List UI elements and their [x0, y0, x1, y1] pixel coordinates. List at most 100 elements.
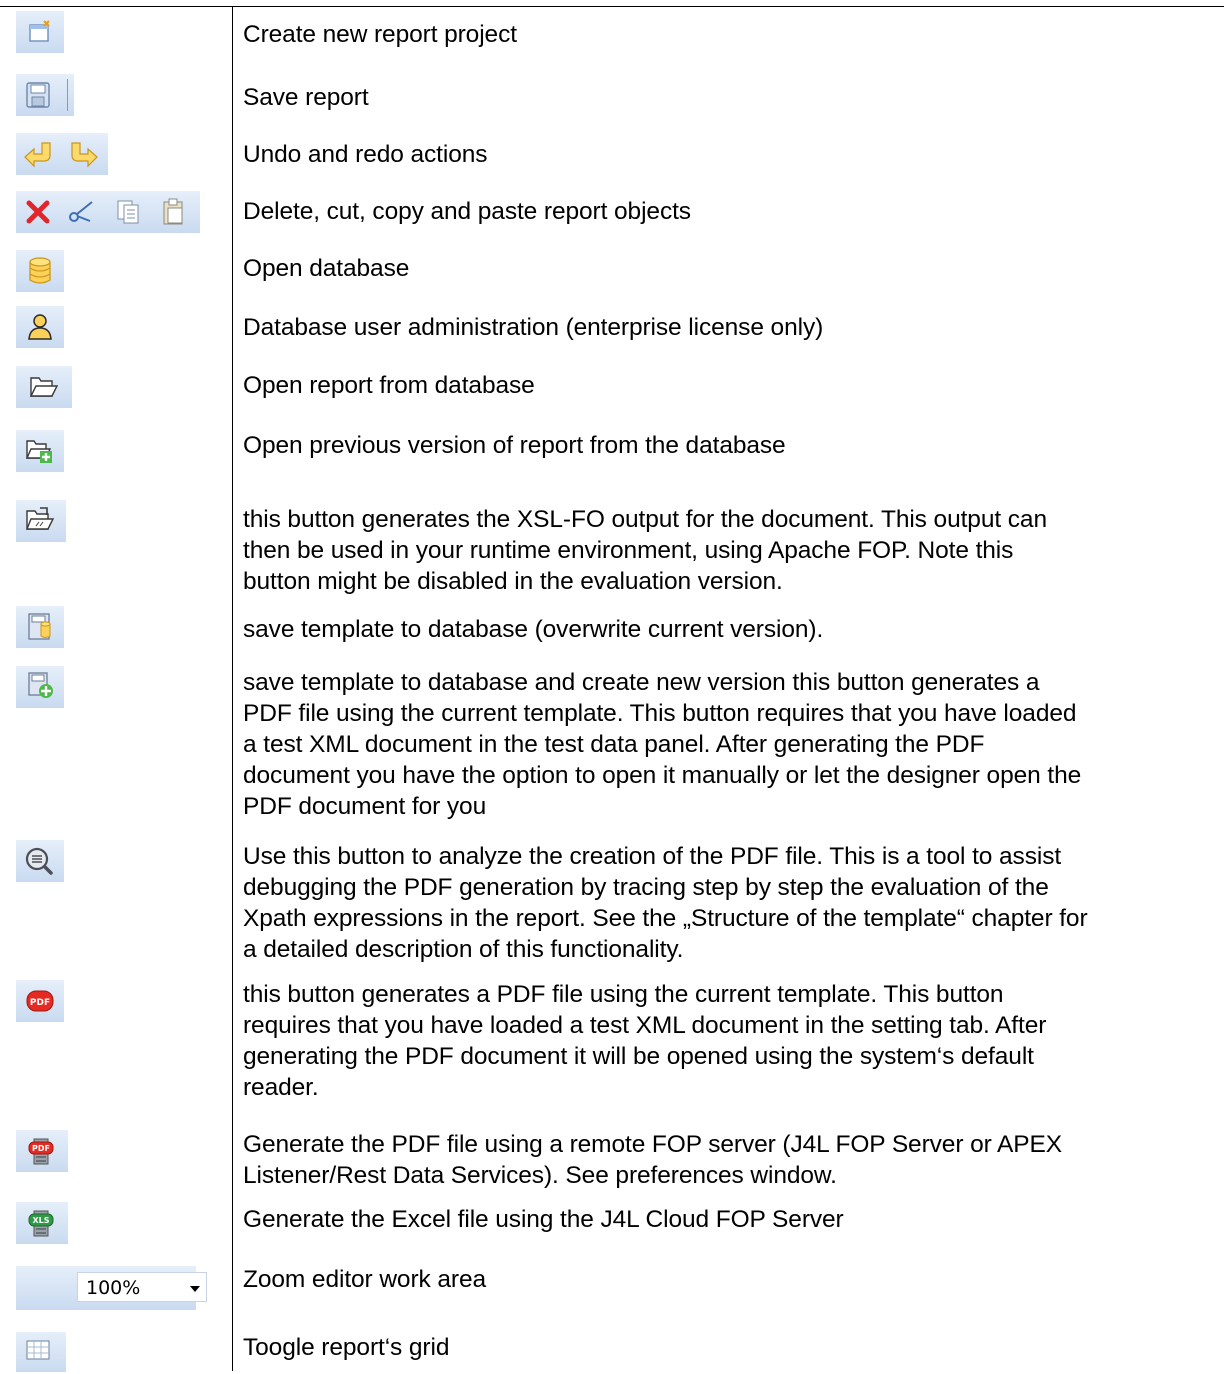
table-row: 100% Zoom editor work area — [0, 1262, 1224, 1318]
save-disk-icon — [26, 82, 50, 108]
analyze-magnifier-icon — [25, 847, 53, 875]
icon-cell — [0, 302, 232, 354]
fo-export-icon — [25, 507, 55, 530]
description-line: Listener/Rest Data Services). See prefer… — [243, 1162, 837, 1189]
icon-cell — [0, 360, 232, 414]
row-description: Generate the PDF file using a remote FOP… — [243, 1129, 1218, 1191]
table-row: Create new report project — [0, 7, 1224, 59]
row-description: Database user administration (enterprise… — [243, 312, 1218, 343]
row-description: Generate the Excel file using the J4L Cl… — [243, 1204, 1218, 1235]
folder-version-icon — [25, 440, 52, 463]
description-line: Generate the Excel file using the J4L Cl… — [243, 1206, 844, 1233]
table-row: Open report from database — [0, 360, 1224, 414]
toolbar-button[interactable]: PDF — [16, 980, 64, 1022]
user-admin-icon — [28, 314, 52, 340]
toolbar-button[interactable] — [16, 11, 64, 53]
excel-cloud-server-icon: XLS — [28, 1210, 54, 1237]
description-line: PDF document for you — [243, 793, 487, 820]
toolbar-button[interactable]: XLS — [16, 1202, 68, 1244]
icon-cell — [0, 603, 232, 657]
toolbar-button-group — [16, 133, 108, 175]
grid-toggle-icon — [26, 1340, 50, 1360]
description-line: then be used in your runtime environment… — [243, 537, 1014, 564]
zoom-value: 100% — [86, 1277, 141, 1299]
paste-icon[interactable] — [162, 198, 186, 226]
toolbar-button[interactable] — [16, 840, 64, 882]
chevron-down-icon — [190, 1286, 200, 1292]
description-line: Open previous version of report from the… — [243, 432, 786, 459]
icon-cell — [0, 74, 232, 122]
table-row: XLS Generate the Excel file using the J4… — [0, 1198, 1224, 1254]
svg-text:PDF: PDF — [32, 1144, 50, 1153]
new-report-project-icon — [29, 20, 50, 42]
undo-arrow-icon[interactable] — [24, 141, 54, 168]
description-line: requires that you have loaded a test XML… — [243, 1012, 1047, 1039]
remote-pdf-server-icon: PDF — [28, 1138, 54, 1165]
pdf-icon: PDF — [26, 990, 54, 1012]
description-line: Toogle report‘s grid — [243, 1334, 450, 1361]
table-row: PDF Generate the PDF file using a remote… — [0, 1126, 1224, 1198]
table-row: save template to database and create new… — [0, 660, 1224, 834]
icon-cell — [0, 1326, 232, 1372]
icon-cell — [0, 244, 232, 296]
toolbar-button[interactable] — [16, 606, 64, 648]
description-line: document you have the option to open it … — [243, 762, 1082, 789]
description-line: this button generates the XSL-FO output … — [243, 506, 1047, 533]
save-new-version-icon — [28, 672, 53, 698]
icon-cell: XLS — [0, 1198, 232, 1254]
description-line: Use this button to analyze the creation … — [243, 843, 1062, 870]
description-line: Database user administration (enterprise… — [243, 314, 824, 341]
description-line: Undo and redo actions — [243, 141, 488, 168]
description-line: debugging the PDF generation by tracing … — [243, 874, 1049, 901]
row-description: Delete, cut, copy and paste report objec… — [243, 196, 1218, 227]
toolbar-button[interactable] — [16, 430, 64, 472]
toolbar-zoom-area: 100% — [16, 1266, 207, 1310]
toolbar-button[interactable] — [16, 500, 66, 542]
toolbar-button-group — [16, 191, 200, 233]
svg-text:PDF: PDF — [30, 998, 50, 1008]
toolbar-button[interactable] — [16, 74, 74, 116]
description-line: Xpath expressions in the report. See the… — [243, 905, 1088, 932]
database-icon — [29, 257, 51, 284]
description-line: button might be disabled in the evaluati… — [243, 568, 783, 595]
row-description: Open database — [243, 253, 1218, 284]
description-line: PDF file using the current template. Thi… — [243, 700, 1077, 727]
description-line: Generate the PDF file using a remote FOP… — [243, 1131, 1062, 1158]
description-line: Create new report project — [243, 21, 517, 48]
toolbar-button[interactable] — [16, 306, 64, 348]
icon-cell — [0, 834, 232, 974]
description-line: Zoom editor work area — [243, 1266, 486, 1293]
toolbar-button[interactable] — [16, 1332, 66, 1372]
row-description: Open previous version of report from the… — [243, 430, 1218, 461]
cut-scissors-icon[interactable] — [68, 199, 94, 225]
delete-x-icon[interactable] — [26, 200, 50, 224]
table-row: save template to database (overwrite cur… — [0, 603, 1224, 657]
icon-cell — [0, 186, 232, 238]
description-line: a detailed description of this functiona… — [243, 936, 684, 963]
toolbar-button[interactable]: PDF — [16, 1130, 68, 1172]
icon-cell — [0, 7, 232, 59]
table-row: Delete, cut, copy and paste report objec… — [0, 186, 1224, 238]
toolbar-button[interactable] — [16, 250, 64, 292]
description-line: Open database — [243, 255, 410, 282]
toolbar-button[interactable] — [16, 366, 72, 408]
redo-arrow-icon[interactable] — [68, 141, 98, 168]
table-row: this button generates the XSL-FO output … — [0, 492, 1224, 598]
row-description: Use this button to analyze the creation … — [243, 841, 1218, 965]
icon-cell: 100% — [0, 1262, 232, 1318]
zoom-dropdown-icon[interactable]: 100% — [77, 1272, 207, 1302]
toolbar-button[interactable] — [16, 666, 64, 708]
copy-icon[interactable] — [116, 199, 140, 225]
row-description: Save report — [243, 82, 1218, 113]
row-description: Toogle report‘s grid — [243, 1332, 1218, 1363]
description-line: this button generates a PDF file using t… — [243, 981, 1004, 1008]
description-line: save template to database and create new… — [243, 669, 1040, 696]
table-row: Toogle report‘s grid — [0, 1326, 1224, 1372]
description-line: Open report from database — [243, 372, 535, 399]
description-line: reader. — [243, 1074, 319, 1101]
icon-cell — [0, 418, 232, 478]
row-description: save template to database (overwrite cur… — [243, 614, 1218, 645]
row-description: save template to database and create new… — [243, 667, 1218, 822]
svg-text:XLS: XLS — [32, 1216, 49, 1225]
table-row: Undo and redo actions — [0, 130, 1224, 180]
